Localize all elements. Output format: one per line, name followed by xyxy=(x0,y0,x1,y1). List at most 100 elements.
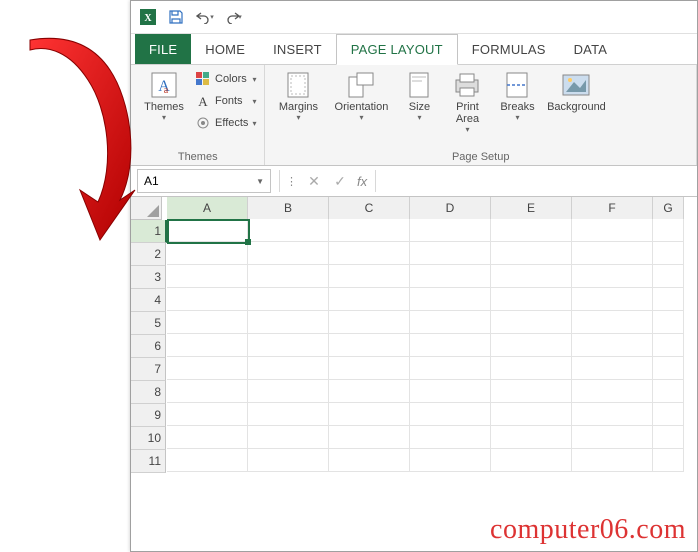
size-button[interactable]: Size ▾ xyxy=(399,69,439,124)
cell[interactable] xyxy=(248,311,329,334)
cell[interactable] xyxy=(410,334,491,357)
column-header[interactable]: B xyxy=(248,197,329,220)
cell[interactable] xyxy=(248,242,329,265)
fonts-button[interactable]: A Fonts ▾ xyxy=(195,91,256,111)
row-header[interactable]: 1 xyxy=(131,220,167,243)
cell[interactable] xyxy=(329,380,410,403)
cell[interactable] xyxy=(248,288,329,311)
cell[interactable] xyxy=(410,242,491,265)
margins-button[interactable]: Margins ▾ xyxy=(273,69,323,124)
cell[interactable] xyxy=(572,403,653,426)
row-header[interactable]: 5 xyxy=(131,312,166,335)
cell[interactable] xyxy=(329,426,410,449)
cell[interactable] xyxy=(491,380,572,403)
cell[interactable] xyxy=(329,219,410,242)
cell[interactable] xyxy=(329,403,410,426)
cell[interactable] xyxy=(653,334,684,357)
save-icon[interactable] xyxy=(165,6,187,28)
orientation-button[interactable]: Orientation ▾ xyxy=(329,69,393,124)
column-header[interactable]: E xyxy=(491,197,572,220)
tab-file[interactable]: FILE xyxy=(135,34,191,64)
cell[interactable] xyxy=(572,242,653,265)
cell[interactable] xyxy=(653,219,684,242)
cell[interactable] xyxy=(329,265,410,288)
name-box[interactable]: A1 ▼ xyxy=(137,169,271,193)
cell[interactable] xyxy=(167,380,248,403)
row-header[interactable]: 11 xyxy=(131,450,166,473)
cell[interactable] xyxy=(167,288,248,311)
row-header[interactable]: 6 xyxy=(131,335,166,358)
cell[interactable] xyxy=(410,311,491,334)
cell[interactable] xyxy=(248,403,329,426)
cell[interactable] xyxy=(248,449,329,472)
cell[interactable] xyxy=(167,265,248,288)
breaks-button[interactable]: Breaks ▾ xyxy=(495,69,539,124)
cell[interactable] xyxy=(167,426,248,449)
formula-input[interactable] xyxy=(375,170,697,192)
cell[interactable] xyxy=(572,219,653,242)
cell[interactable] xyxy=(248,357,329,380)
themes-button[interactable]: Aa Themes ▾ xyxy=(139,69,189,124)
cell[interactable] xyxy=(653,288,684,311)
fx-icon[interactable]: fx xyxy=(353,174,371,189)
cell[interactable] xyxy=(491,426,572,449)
row-header[interactable]: 10 xyxy=(131,427,166,450)
cell[interactable] xyxy=(653,403,684,426)
colors-button[interactable]: Colors ▾ xyxy=(195,69,256,89)
cell[interactable] xyxy=(653,242,684,265)
column-header[interactable]: A xyxy=(167,197,248,221)
cell[interactable] xyxy=(491,265,572,288)
cell[interactable] xyxy=(410,380,491,403)
column-header[interactable]: F xyxy=(572,197,653,220)
cell[interactable] xyxy=(410,426,491,449)
cell[interactable] xyxy=(491,288,572,311)
cell[interactable] xyxy=(653,265,684,288)
cell[interactable] xyxy=(410,357,491,380)
row-header[interactable]: 2 xyxy=(131,243,166,266)
cell[interactable] xyxy=(248,380,329,403)
cell[interactable] xyxy=(410,449,491,472)
effects-button[interactable]: Effects ▾ xyxy=(195,113,256,133)
cell[interactable] xyxy=(410,219,491,242)
undo-icon[interactable]: ▾ xyxy=(193,6,215,28)
row-header[interactable]: 3 xyxy=(131,266,166,289)
cell[interactable] xyxy=(653,449,684,472)
cell[interactable] xyxy=(167,334,248,357)
cell[interactable] xyxy=(248,426,329,449)
cell[interactable] xyxy=(653,426,684,449)
row-header[interactable]: 9 xyxy=(131,404,166,427)
cell[interactable] xyxy=(491,357,572,380)
cell[interactable] xyxy=(572,449,653,472)
column-header[interactable]: C xyxy=(329,197,410,220)
tab-data[interactable]: DATA xyxy=(560,34,622,64)
cell[interactable] xyxy=(572,265,653,288)
cell[interactable] xyxy=(329,311,410,334)
cell[interactable] xyxy=(167,242,248,265)
cell[interactable] xyxy=(410,265,491,288)
select-all-corner[interactable] xyxy=(131,197,162,220)
cell[interactable] xyxy=(167,403,248,426)
cell[interactable] xyxy=(491,311,572,334)
row-header[interactable]: 8 xyxy=(131,381,166,404)
row-header[interactable]: 4 xyxy=(131,289,166,312)
cell[interactable] xyxy=(491,219,572,242)
cell[interactable] xyxy=(572,357,653,380)
cell[interactable] xyxy=(248,334,329,357)
cell[interactable] xyxy=(248,219,329,242)
cell[interactable] xyxy=(329,357,410,380)
cell[interactable] xyxy=(167,449,248,472)
redo-icon[interactable]: ▾ xyxy=(221,6,243,28)
cell[interactable] xyxy=(491,242,572,265)
row-header[interactable]: 7 xyxy=(131,358,166,381)
tab-formulas[interactable]: FORMULAS xyxy=(458,34,560,64)
cell[interactable] xyxy=(572,288,653,311)
cell[interactable] xyxy=(329,242,410,265)
tab-home[interactable]: HOME xyxy=(191,34,259,64)
cell[interactable] xyxy=(491,403,572,426)
cell[interactable] xyxy=(410,288,491,311)
cell[interactable] xyxy=(167,357,248,380)
cell[interactable] xyxy=(572,380,653,403)
cell[interactable] xyxy=(410,403,491,426)
cell[interactable] xyxy=(653,311,684,334)
cell[interactable] xyxy=(572,334,653,357)
